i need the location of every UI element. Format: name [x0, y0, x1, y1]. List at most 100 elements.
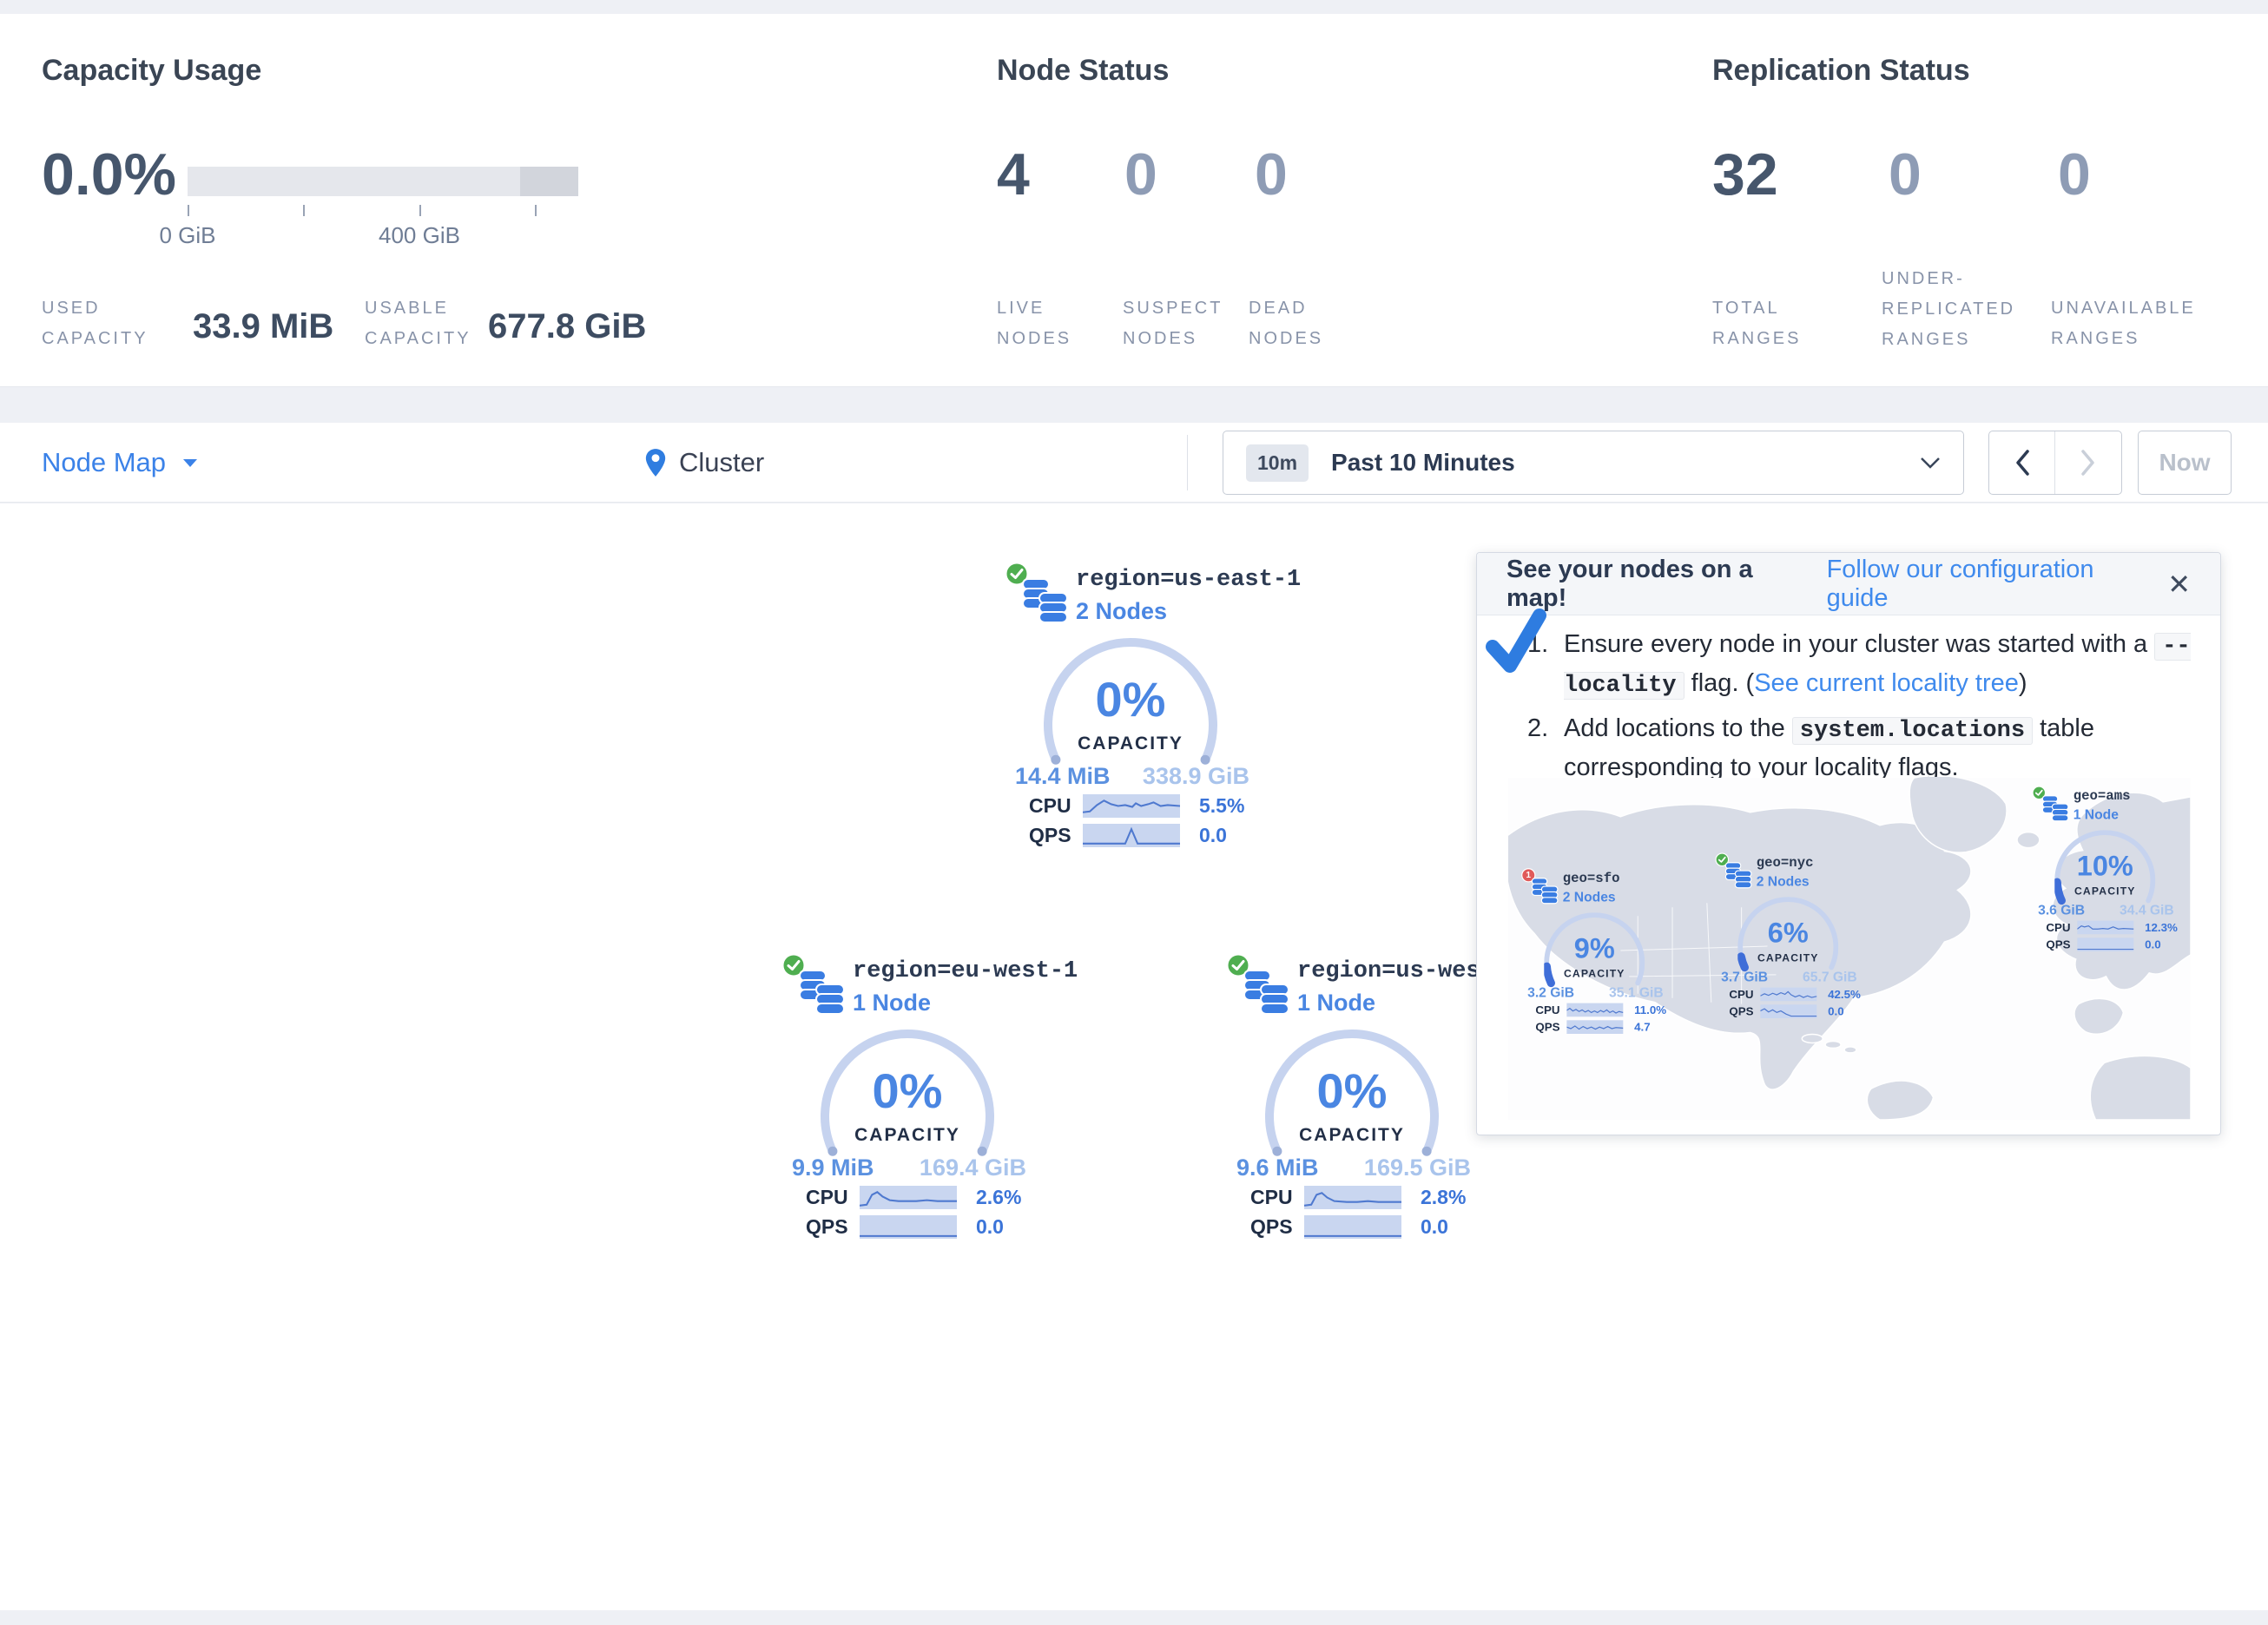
suspect-nodes-label: SUSPECT NODES: [1123, 293, 1240, 354]
used-bytes: 9.6 MiB: [1236, 1155, 1319, 1181]
total-bytes: 35.1 GiB: [1609, 985, 1664, 1001]
capacity-caption: CAPACITY: [1044, 734, 1217, 754]
time-range-selector[interactable]: 10m Past 10 Minutes: [1223, 431, 1964, 495]
live-nodes-count: 4: [997, 141, 1030, 208]
locality-geo-sfo[interactable]: 1 geo=sfo 2 Nodes 9% CAPACITY 3.2 GiB 35…: [1520, 867, 1671, 1038]
qps-label: QPS: [806, 1215, 860, 1239]
used-bytes: 3.7 GiB: [1721, 970, 1768, 985]
warning-count: 1: [1526, 870, 1531, 880]
view-selector-node-map[interactable]: Node Map: [42, 423, 199, 503]
qps-sparkline: [860, 1215, 957, 1239]
axis-tick-label: 0 GiB: [144, 222, 231, 249]
database-stack-icon: [1725, 862, 1752, 890]
qps-label: QPS: [1729, 1004, 1760, 1018]
locality-node-count: 2 Nodes: [1563, 890, 1616, 905]
total-bytes: 338.9 GiB: [1143, 763, 1249, 790]
breadcrumb-label: Cluster: [679, 447, 764, 478]
time-step-buttons: [1988, 431, 2122, 495]
capacity-caption: CAPACITY: [1737, 952, 1838, 964]
view-selector-label: Node Map: [42, 447, 166, 478]
capacity-usage-bar: [188, 167, 578, 196]
axis-tick: [419, 205, 421, 216]
locality-tree-link[interactable]: See current locality tree: [1754, 669, 2019, 697]
qps-value: 0.0: [976, 1215, 1004, 1239]
configuration-guide-link[interactable]: Follow our configuration guide: [1827, 556, 2139, 613]
cpu-label: CPU: [1535, 1003, 1566, 1016]
capacity-percent: 10%: [2054, 849, 2155, 882]
qps-value: 0.0: [1199, 824, 1227, 847]
dead-nodes-label: DEAD NODES: [1249, 293, 1353, 354]
locality-node-count: 2 Nodes: [1076, 598, 1167, 625]
capacity-percent: 0%: [821, 1062, 994, 1119]
map-pin-icon: [644, 448, 667, 477]
toolbar-divider: [1187, 435, 1188, 490]
suspect-nodes-count: 0: [1124, 141, 1157, 208]
qps-label: QPS: [2046, 938, 2077, 951]
locality-geo-ams[interactable]: geo=ams 1 Node 10% CAPACITY 3.6 GiB 34.4…: [2031, 785, 2182, 956]
step-done-check-icon: [1484, 607, 1548, 681]
qps-sparkline: [1566, 1020, 1623, 1034]
locality-name: geo=ams: [2074, 789, 2131, 804]
step-text: Ensure every node in your cluster was st…: [1564, 630, 2154, 658]
system-locations-code: system.locations: [1792, 717, 2033, 745]
used-bytes: 3.6 GiB: [2038, 903, 2085, 918]
capacity-percent: 0%: [1265, 1062, 1439, 1119]
locality-name: region=us-east-1: [1076, 567, 1301, 593]
under-replicated-label: UNDER-REPLICATED RANGES: [1882, 264, 2047, 355]
time-step-back-button[interactable]: [1989, 431, 2055, 494]
cpu-sparkline: [860, 1186, 957, 1209]
qps-value: 0.0: [1828, 1004, 1844, 1018]
database-stack-icon: [1243, 969, 1290, 1017]
close-icon[interactable]: ✕: [2167, 570, 2191, 598]
now-button[interactable]: Now: [2138, 431, 2232, 495]
cpu-value: 11.0%: [1634, 1003, 1666, 1016]
qps-value: 0.0: [1421, 1215, 1448, 1239]
breadcrumb-cluster[interactable]: Cluster: [644, 423, 764, 503]
replication-status-title: Replication Status: [1712, 54, 1970, 88]
locality-node-count: 1 Node: [2074, 807, 2119, 823]
qps-label: QPS: [1029, 824, 1083, 847]
total-ranges-label: TOTAL RANGES: [1712, 293, 1834, 354]
capacity-percent: 9%: [1544, 931, 1645, 964]
step-text: ): [2019, 669, 2027, 697]
axis-tick: [535, 205, 537, 216]
database-stack-icon: [2042, 795, 2069, 823]
locality-node-count: 1 Node: [853, 990, 931, 1016]
node-map-setup-popup: See your nodes on a map! Follow our conf…: [1476, 552, 2221, 1135]
step-text: flag. (: [1685, 669, 1755, 697]
cpu-sparkline: [1304, 1186, 1401, 1209]
setup-steps: 1.Ensure every node in your cluster was …: [1477, 626, 2222, 793]
time-step-forward-button[interactable]: [2055, 431, 2121, 494]
capacity-bar-reserved-segment: [520, 167, 579, 196]
axis-tick-label: 400 GiB: [367, 222, 471, 249]
time-range-badge: 10m: [1246, 444, 1309, 482]
locality-eu-west-1[interactable]: region=eu-west-1 1 Node 0% CAPACITY 9.9 …: [780, 951, 1040, 1247]
step-number: 2.: [1527, 710, 1548, 748]
qps-sparkline: [1083, 824, 1180, 847]
cpu-label: CPU: [1729, 987, 1760, 1001]
used-capacity-label: USED CAPACITY: [42, 293, 163, 354]
locality-us-east-1[interactable]: region=us-east-1 2 Nodes 0% CAPACITY 14.…: [1003, 560, 1263, 855]
used-bytes: 9.9 MiB: [792, 1155, 874, 1181]
qps-sparkline: [1304, 1215, 1401, 1239]
locality-name: geo=sfo: [1563, 872, 1620, 886]
usable-capacity-value: 677.8 GiB: [488, 307, 646, 346]
cpu-label: CPU: [1029, 794, 1083, 818]
time-range-label: Past 10 Minutes: [1331, 449, 1897, 477]
total-bytes: 169.5 GiB: [1364, 1155, 1471, 1181]
qps-label: QPS: [1250, 1215, 1304, 1239]
cpu-value: 5.5%: [1199, 794, 1244, 818]
cpu-label: CPU: [1250, 1186, 1304, 1209]
locality-name: geo=nyc: [1757, 856, 1814, 871]
unavailable-count: 0: [2058, 141, 2091, 208]
popup-header: See your nodes on a map! Follow our conf…: [1477, 553, 2220, 615]
locality-geo-nyc[interactable]: geo=nyc 2 Nodes 6% CAPACITY 3.7 GiB 65.7…: [1714, 852, 1865, 1023]
locality-us-west-1[interactable]: region=us-west-1 1 Node 0% CAPACITY 9.6 …: [1224, 951, 1485, 1247]
used-capacity-value: 33.9 MiB: [193, 307, 333, 346]
qps-value: 4.7: [1634, 1020, 1651, 1034]
cpu-sparkline: [1083, 794, 1180, 818]
capacity-percent: 0%: [1044, 671, 1217, 727]
locality-node-count: 2 Nodes: [1757, 874, 1810, 890]
setup-step-2: 2.Add locations to the system.locations …: [1564, 710, 2198, 786]
usable-capacity-label: USABLE CAPACITY: [365, 293, 504, 354]
